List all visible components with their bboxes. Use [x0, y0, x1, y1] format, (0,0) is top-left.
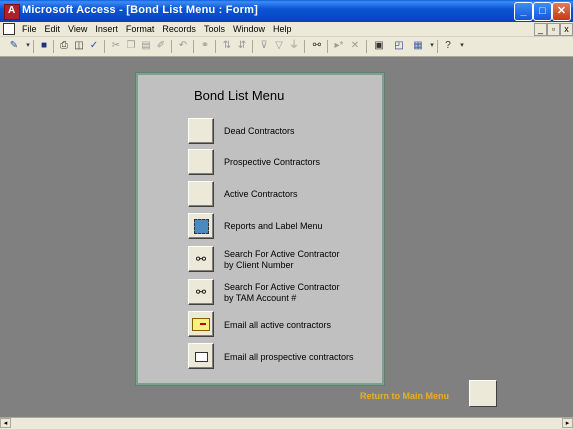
database-window-icon[interactable]: ◰: [393, 40, 405, 52]
return-to-main-menu-label: Return to Main Menu: [360, 391, 449, 401]
form-view-toolbar: ✎ ▾ ■ ⎙ ◫ ✓ ✂ ❐ ▤ ✐ ↶ ⚭ ⇅ ⇵ ⊽ ▽ ⏚ ⚯ ▸* ✕…: [0, 37, 573, 57]
search-by-tam-account-button[interactable]: ⚯: [188, 279, 214, 305]
help-icon[interactable]: ?: [442, 40, 454, 52]
copy-icon[interactable]: ❐: [125, 40, 137, 52]
reports-and-label-menu-label: Reports and Label Menu: [224, 221, 323, 231]
title-bar: Microsoft Access - [Bond List Menu : For…: [0, 0, 573, 22]
apply-filter-icon[interactable]: ⏚: [288, 40, 300, 52]
form-heading: Bond List Menu: [194, 88, 285, 103]
delete-record-icon[interactable]: ✕: [349, 40, 361, 52]
filter-by-form-icon[interactable]: ▽: [273, 40, 285, 52]
envelope-icon: [192, 318, 210, 331]
scroll-right-arrow-icon[interactable]: ▸: [562, 418, 573, 428]
search-by-tam-account-label-line2: by TAM Account #: [224, 293, 297, 303]
binoculars-icon: ⚯: [195, 285, 207, 299]
menu-window[interactable]: Window: [229, 23, 269, 35]
active-contractors-label: Active Contractors: [224, 189, 298, 199]
menu-file[interactable]: File: [18, 23, 41, 35]
envelope-icon: [195, 352, 208, 362]
search-by-tam-account-label: Search For Active Contractor: [224, 282, 340, 292]
undo-icon[interactable]: ↶: [177, 40, 189, 52]
menu-records[interactable]: Records: [158, 23, 200, 35]
email-active-contractors-button[interactable]: [188, 311, 214, 337]
maximize-button[interactable]: □: [533, 2, 552, 21]
save-icon[interactable]: ■: [38, 40, 50, 52]
mdi-minimize-button[interactable]: _: [534, 23, 547, 36]
form-control-icon[interactable]: [3, 23, 15, 35]
report-icon: [194, 219, 209, 234]
cut-icon[interactable]: ✂: [110, 40, 122, 52]
toolbar-separator: [252, 40, 253, 53]
search-by-client-number-label-line2: by Client Number: [224, 260, 294, 270]
bond-list-menu-form: Bond List Menu Dead Contractors Prospect…: [136, 73, 384, 385]
toolbar-separator: [437, 40, 438, 53]
prospective-contractors-label: Prospective Contractors: [224, 157, 321, 167]
window-title: Microsoft Access - [Bond List Menu : For…: [22, 4, 258, 16]
new-record-icon[interactable]: ▸*: [333, 40, 345, 52]
toolbar-separator: [215, 40, 216, 53]
toolbar-separator: [327, 40, 328, 53]
email-active-contractors-label: Email all active contractors: [224, 320, 332, 330]
toolbar-separator: [171, 40, 172, 53]
active-contractors-button[interactable]: [188, 181, 214, 207]
toolbar-separator: [193, 40, 194, 53]
dead-contractors-button[interactable]: [188, 118, 214, 144]
email-prospective-contractors-label: Email all prospective contractors: [224, 352, 354, 362]
view-icon[interactable]: ✎: [8, 40, 20, 52]
access-app-icon[interactable]: [4, 4, 20, 20]
toolbar-separator: [104, 40, 105, 53]
email-prospective-contractors-button[interactable]: [188, 343, 214, 369]
hyperlink-icon[interactable]: ⚭: [199, 40, 211, 52]
menu-bar: File Edit View Insert Format Records Too…: [0, 22, 573, 37]
toolbar-options-icon[interactable]: ▾: [456, 40, 468, 52]
horizontal-scrollbar[interactable]: ◂ ▸: [0, 417, 573, 429]
menu-tools[interactable]: Tools: [200, 23, 229, 35]
print-preview-icon[interactable]: ◫: [73, 40, 85, 52]
return-to-main-menu-button[interactable]: [469, 380, 497, 407]
paste-icon[interactable]: ▤: [140, 40, 152, 52]
mdi-close-button[interactable]: x: [560, 23, 573, 36]
minimize-button[interactable]: _: [514, 2, 533, 21]
search-by-client-number-button[interactable]: ⚯: [188, 246, 214, 272]
reports-and-label-menu-button[interactable]: [188, 213, 214, 239]
menu-insert[interactable]: Insert: [91, 23, 122, 35]
menu-edit[interactable]: Edit: [41, 23, 65, 35]
print-icon[interactable]: ⎙: [58, 40, 70, 52]
find-binoculars-icon[interactable]: ⚯: [311, 40, 323, 52]
format-painter-icon[interactable]: ✐: [155, 40, 167, 52]
close-button[interactable]: ✕: [552, 2, 571, 21]
spelling-icon[interactable]: ✓: [88, 40, 100, 52]
toolbar-separator: [33, 40, 34, 53]
mdi-restore-button[interactable]: ▫: [547, 23, 560, 36]
filter-by-selection-icon[interactable]: ⊽: [258, 40, 270, 52]
toolbar-separator: [304, 40, 305, 53]
menu-format[interactable]: Format: [122, 23, 159, 35]
prospective-contractors-button[interactable]: [188, 149, 214, 175]
menu-items: File Edit View Insert Format Records Too…: [18, 23, 295, 35]
properties-icon[interactable]: ▣: [373, 40, 385, 52]
scroll-left-arrow-icon[interactable]: ◂: [0, 418, 11, 428]
toolbar-separator: [53, 40, 54, 53]
search-by-client-number-label: Search For Active Contractor: [224, 249, 340, 259]
sort-descending-icon[interactable]: ⇵: [236, 40, 248, 52]
toolbar-separator: [366, 40, 367, 53]
binoculars-icon: ⚯: [195, 252, 207, 266]
sort-ascending-icon[interactable]: ⇅: [221, 40, 233, 52]
menu-view[interactable]: View: [64, 23, 91, 35]
menu-help[interactable]: Help: [269, 23, 296, 35]
dead-contractors-label: Dead Contractors: [224, 126, 295, 136]
new-object-icon[interactable]: ▦: [412, 40, 424, 52]
